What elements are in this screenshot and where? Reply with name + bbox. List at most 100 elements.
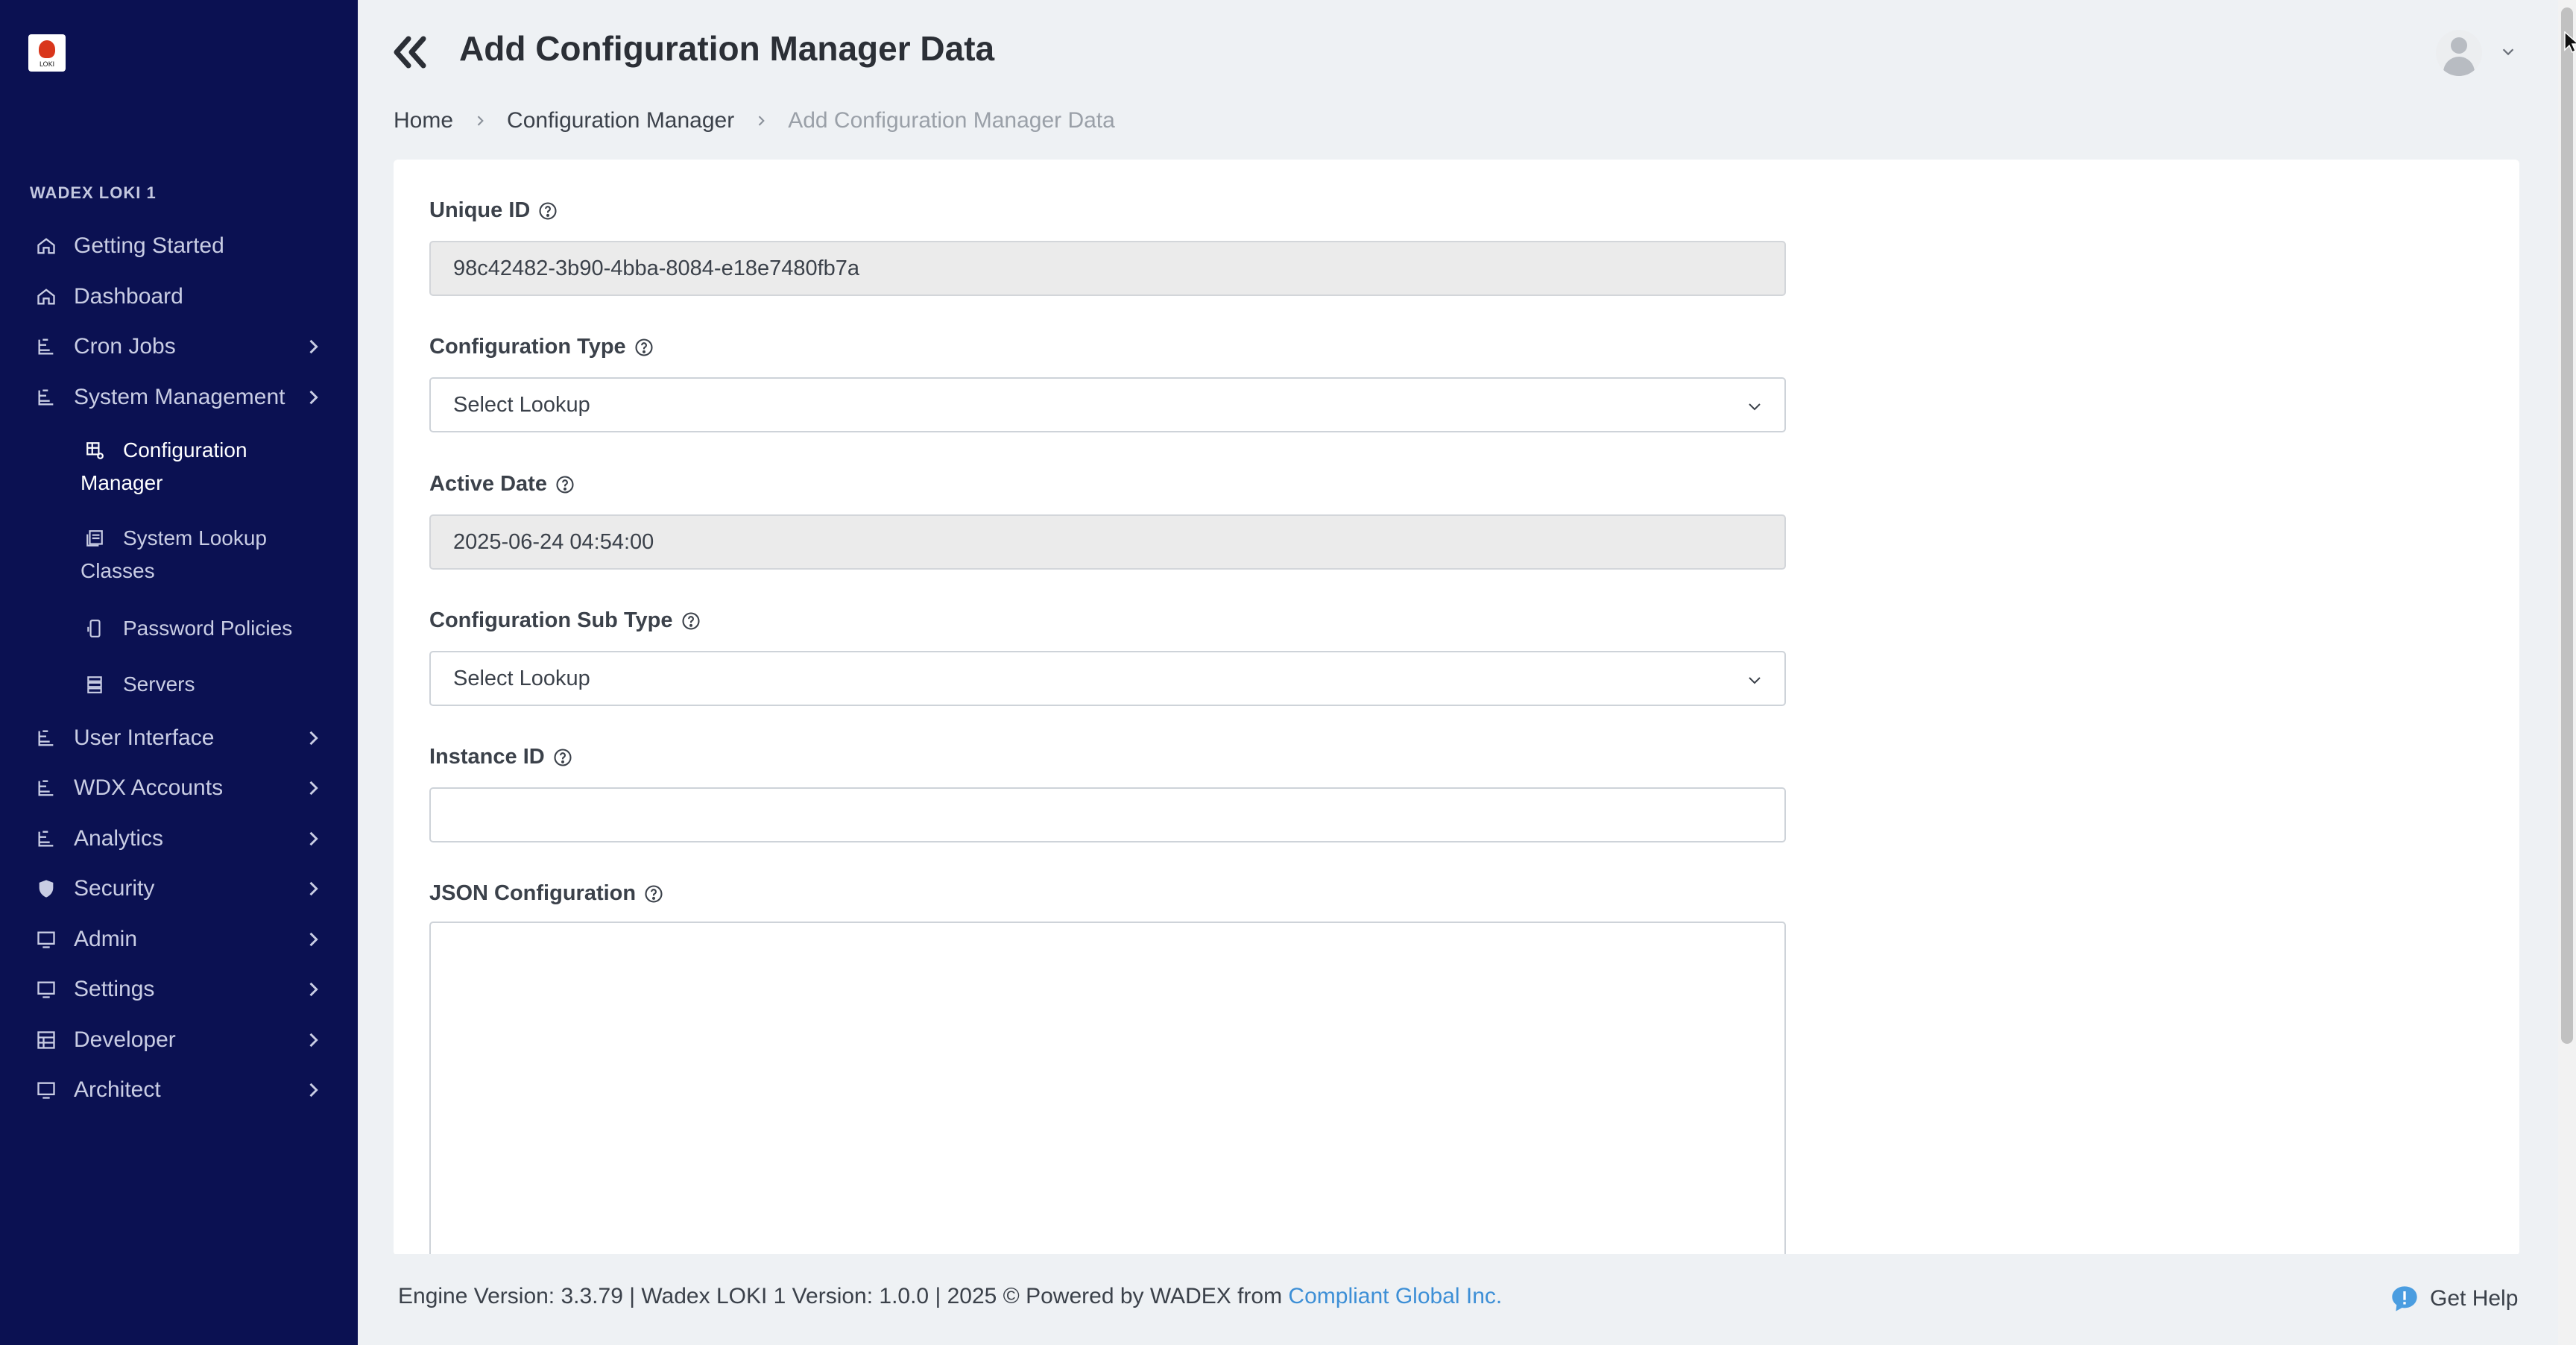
sidebar-item-getting-started[interactable]: Getting Started: [0, 224, 358, 268]
sidebar-subitem-servers[interactable]: Servers: [0, 668, 358, 701]
chevron-right-icon: [477, 116, 484, 126]
configuration-type-select[interactable]: Select Lookup: [429, 377, 1786, 432]
footer-company-link[interactable]: Compliant Global Inc.: [1288, 1284, 1502, 1308]
sidebar-item-architect[interactable]: Architect: [0, 1068, 358, 1112]
home-icon: [37, 289, 55, 305]
configuration-type-label-text: Configuration Type: [429, 335, 626, 359]
chevron-right-icon: [309, 339, 318, 354]
server-icon: [87, 676, 102, 693]
chat-help-icon: [2392, 1286, 2417, 1311]
sidebar-item-label: Architect: [74, 1077, 161, 1102]
help-icon[interactable]: [643, 883, 664, 904]
sidebar-item-cron-jobs[interactable]: Cron Jobs: [0, 324, 358, 369]
breadcrumb-current: Add Configuration Manager Data: [788, 108, 1115, 133]
grid-icon: [37, 1031, 55, 1049]
sidebar-item-dashboard[interactable]: Dashboard: [0, 274, 358, 319]
logo-flame-icon: [39, 40, 55, 58]
help-icon[interactable]: [634, 337, 654, 358]
configuration-sub-type-label-text: Configuration Sub Type: [429, 608, 673, 632]
app-logo[interactable]: LOKI: [28, 34, 66, 72]
sidebar-item-label: Analytics: [74, 826, 164, 851]
sidebar-subitem-system-lookup-classes[interactable]: System Lookup Classes: [0, 522, 358, 589]
sidebar-item-label: Admin: [74, 927, 138, 951]
tree-icon: [38, 389, 54, 406]
logo-text: LOKI: [39, 61, 55, 69]
tree-icon: [38, 730, 54, 746]
help-icon[interactable]: [681, 611, 701, 631]
sidebar-item-label: Dashboard: [74, 284, 183, 309]
instance-id-input[interactable]: [429, 787, 1786, 842]
active-date-label-text: Active Date: [429, 472, 547, 496]
sidebar-subitem-label: Servers: [123, 672, 195, 696]
sidebar-item-label: Cron Jobs: [74, 334, 176, 359]
sidebar: LOKI WADEX LOKI 1 Getting Started Dashbo…: [0, 0, 358, 1345]
chevron-down-icon: [1749, 677, 1761, 684]
json-configuration-textarea[interactable]: [429, 922, 1786, 1272]
sidebar-subitem-label: System Lookup: [123, 526, 267, 549]
sidebar-subitem-configuration-manager[interactable]: Configuration Manager: [0, 434, 358, 501]
active-date-value: 2025-06-24 04:54:00: [453, 529, 654, 554]
footer-version-text: Engine Version: 3.3.79 | Wadex LOKI 1 Ve…: [398, 1284, 1289, 1308]
get-help-button[interactable]: Get Help: [2390, 1282, 2518, 1315]
home-icon: [37, 238, 55, 254]
phone-icon: [87, 620, 101, 637]
chevron-right-icon: [309, 1083, 318, 1097]
configuration-type-label: Configuration Type: [429, 335, 654, 359]
config-icon: [86, 442, 104, 459]
chevron-right-icon: [758, 116, 765, 126]
instance-id-label: Instance ID: [429, 745, 573, 769]
sidebar-item-settings[interactable]: Settings: [0, 967, 358, 1012]
unique-id-input: 98c42482-3b90-4bba-8084-e18e7480fb7a: [429, 241, 1786, 296]
active-date-input: 2025-06-24 04:54:00: [429, 514, 1786, 570]
chevron-right-icon: [309, 932, 318, 947]
get-help-label: Get Help: [2430, 1286, 2519, 1311]
sidebar-item-label: User Interface: [74, 725, 215, 750]
scrollbar-thumb[interactable]: [2561, 7, 2573, 1044]
sidebar-item-label: Developer: [74, 1027, 176, 1052]
breadcrumb-configuration-manager[interactable]: Configuration Manager: [507, 108, 734, 133]
help-icon[interactable]: [552, 747, 573, 768]
chevron-right-icon: [309, 881, 318, 896]
avatar[interactable]: [2436, 30, 2482, 76]
list-icon: [86, 530, 103, 546]
page-title: Add Configuration Manager Data: [459, 29, 995, 68]
monitor-icon: [37, 981, 55, 998]
configuration-sub-type-label: Configuration Sub Type: [429, 608, 701, 633]
configuration-sub-type-value: Select Lookup: [453, 666, 590, 690]
sidebar-item-security[interactable]: Security: [0, 866, 358, 911]
sidebar-item-developer[interactable]: Developer: [0, 1018, 358, 1062]
chevron-right-icon: [309, 731, 318, 746]
sidebar-item-label: System Management: [74, 385, 285, 409]
sidebar-item-admin[interactable]: Admin: [0, 917, 358, 962]
avatar-body: [2443, 57, 2475, 76]
chevron-right-icon: [309, 982, 318, 997]
instance-id-label-text: Instance ID: [429, 745, 545, 769]
json-configuration-label: JSON Configuration: [429, 881, 664, 906]
configuration-sub-type-select[interactable]: Select Lookup: [429, 651, 1786, 706]
shield-icon: [39, 880, 54, 898]
monitor-icon: [37, 1082, 55, 1099]
tree-icon: [38, 780, 54, 796]
sidebar-item-system-management[interactable]: System Management: [0, 375, 358, 420]
sidebar-subitem-password-policies[interactable]: Password Policies: [0, 612, 358, 645]
configuration-type-value: Select Lookup: [453, 392, 590, 417]
sidebar-item-label: Settings: [74, 977, 155, 1001]
sidebar-subitem-label: Configuration: [123, 438, 247, 462]
footer: Engine Version: 3.3.79 | Wadex LOKI 1 Ve…: [358, 1254, 2558, 1345]
sidebar-item-analytics[interactable]: Analytics: [0, 816, 358, 861]
breadcrumb: Home Configuration Manager Add Configura…: [394, 106, 1115, 136]
collapse-sidebar-icon[interactable]: [389, 33, 431, 72]
sidebar-subitem-label-line2: Manager: [80, 471, 163, 494]
unique-id-value: 98c42482-3b90-4bba-8084-e18e7480fb7a: [453, 256, 860, 280]
help-icon[interactable]: [555, 474, 575, 495]
sidebar-subitem-label-line2: Classes: [80, 559, 155, 582]
sidebar-item-user-interface[interactable]: User Interface: [0, 716, 358, 760]
chevron-down-icon[interactable]: [2500, 43, 2516, 60]
breadcrumb-home[interactable]: Home: [394, 108, 453, 133]
sidebar-item-wdx-accounts[interactable]: WDX Accounts: [0, 766, 358, 810]
tree-icon: [38, 831, 54, 847]
footer-text: Engine Version: 3.3.79 | Wadex LOKI 1 Ve…: [398, 1284, 1502, 1309]
help-icon[interactable]: [537, 201, 558, 221]
chevron-right-icon: [309, 831, 318, 846]
chevron-right-icon: [309, 781, 318, 796]
